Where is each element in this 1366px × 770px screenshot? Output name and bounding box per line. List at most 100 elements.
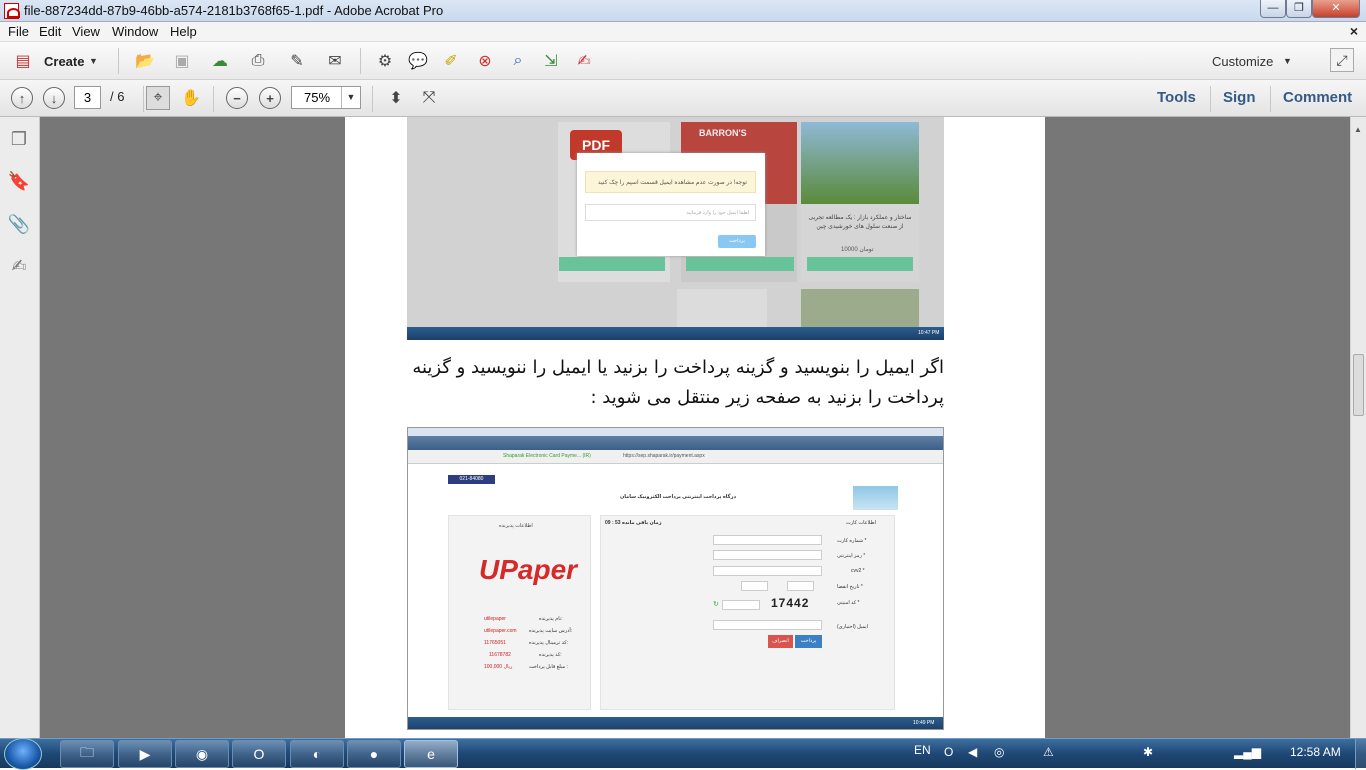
pin-input[interactable]: [713, 550, 822, 560]
acrobat-app-icon: [4, 3, 20, 19]
taskbar-globe-icon[interactable]: ◐: [290, 740, 344, 768]
start-button[interactable]: [4, 738, 42, 770]
delete-page-icon[interactable]: ⊗: [473, 49, 497, 73]
next-page-icon[interactable]: ↓: [43, 87, 65, 109]
tray-volume-icon[interactable]: ◀: [968, 745, 977, 759]
close-document-icon[interactable]: ×: [1350, 23, 1358, 39]
attachments-icon[interactable]: 📎: [7, 212, 31, 236]
cancel-button[interactable]: انصراف: [768, 635, 793, 648]
buy-button[interactable]: [559, 257, 665, 271]
settings-gear-icon[interactable]: ⚙: [373, 49, 397, 73]
expiry-year-input[interactable]: [741, 581, 768, 591]
close-window-button[interactable]: ✕: [1312, 0, 1360, 18]
tray-warning-icon[interactable]: ⚠: [1043, 745, 1054, 759]
email-input[interactable]: [713, 620, 822, 630]
tray-network-icon[interactable]: ▂▄▆: [1234, 745, 1261, 759]
taskbar-clock[interactable]: 12:58 AM: [1290, 745, 1341, 759]
cvv-input[interactable]: [713, 566, 822, 576]
total-pages: / 6: [110, 89, 125, 104]
tray-app-icon[interactable]: ◎: [994, 745, 1004, 759]
print-icon[interactable]: ⎙: [246, 49, 270, 73]
modal-email-input[interactable]: لطفا ایمیل خود را وارد فرمایید: [585, 204, 756, 221]
pay-button[interactable]: پرداخت: [795, 635, 822, 648]
email-label: ایمیل (اختیاری): [837, 624, 869, 630]
signatures-icon[interactable]: ✍: [7, 254, 31, 278]
customize-dropdown-icon[interactable]: ▼: [1283, 56, 1292, 66]
language-indicator[interactable]: EN: [914, 743, 931, 757]
zoom-in-icon[interactable]: +: [259, 87, 281, 109]
menu-view[interactable]: View: [72, 24, 100, 39]
windows-taskbar: 🗀 ▶ ◉ O ◐ ● e EN O ◀ ◎ ⚠ ✱ ▂▄▆ 12:58 AM: [0, 738, 1366, 770]
bookmarks-icon[interactable]: 🔖: [7, 169, 31, 193]
customize-button[interactable]: Customize: [1212, 54, 1273, 69]
scroll-up-icon[interactable]: ▲: [1354, 125, 1362, 134]
taskbar-media-icon[interactable]: ▶: [118, 740, 172, 768]
fit-width-icon[interactable]: ⤧: [417, 86, 441, 110]
scrollbar-thumb[interactable]: [1353, 354, 1364, 416]
page-number-input[interactable]: 3: [74, 86, 101, 109]
page-thumbnails-icon[interactable]: ❐: [7, 127, 31, 151]
expiry-month-input[interactable]: [787, 581, 814, 591]
captcha-input[interactable]: [722, 600, 760, 610]
zoom-out-icon[interactable]: −: [226, 87, 248, 109]
zoom-dropdown-icon[interactable]: ▼: [341, 87, 360, 108]
card-number-input[interactable]: [713, 535, 822, 545]
save-icon[interactable]: ▣: [170, 49, 194, 73]
toolbar-separator: [118, 48, 119, 74]
create-dropdown-icon[interactable]: ▼: [89, 56, 98, 66]
taskbar-ie-icon[interactable]: e: [404, 740, 458, 768]
tools-pane-link[interactable]: Tools: [1157, 89, 1196, 106]
tray-opera-icon[interactable]: O: [944, 745, 953, 759]
email-icon[interactable]: ✉: [323, 49, 347, 73]
book-brand: BARRON'S: [699, 128, 747, 138]
merchant-site-label: آدرس سایت پذیرنده:: [529, 628, 573, 634]
create-pdf-icon[interactable]: ▤: [11, 49, 35, 73]
toolbar-separator: [213, 86, 214, 112]
edit-document-icon[interactable]: ✎: [285, 49, 309, 73]
show-desktop-button[interactable]: [1355, 739, 1366, 769]
hand-tool-icon[interactable]: ✋: [179, 86, 203, 110]
embedded-address: https://sep.shaparak.ir/payment.aspx: [623, 453, 705, 459]
buy-button[interactable]: [686, 257, 794, 271]
sign-pane-link[interactable]: Sign: [1223, 89, 1256, 106]
solar-panel-image: [801, 122, 919, 204]
buy-button[interactable]: [807, 257, 913, 271]
previous-page-icon[interactable]: ↑: [11, 87, 33, 109]
restore-button[interactable]: ❐: [1286, 0, 1312, 18]
select-tool-icon[interactable]: ⌖: [146, 86, 170, 110]
taskbar-chrome-icon[interactable]: ◉: [175, 740, 229, 768]
minimize-button[interactable]: —: [1260, 0, 1286, 18]
card-form-panel: زمان باقی مانده 53 : 09 اطلاعات کارت شما…: [600, 515, 895, 710]
saman-bank-logo: [853, 486, 898, 510]
menu-edit[interactable]: Edit: [39, 24, 61, 39]
merchant-name: utilepaper: [484, 616, 506, 622]
menu-help[interactable]: Help: [170, 24, 197, 39]
sign-document-icon[interactable]: ✍: [572, 49, 596, 73]
navigation-pane: ❐ 🔖 📎 ✍: [0, 117, 40, 738]
open-folder-icon[interactable]: 📂: [133, 49, 157, 73]
embedded-site-identity: Shaparak Electronic Card Payme... (IR): [503, 453, 591, 459]
comment-bubble-icon[interactable]: 💬: [406, 49, 430, 73]
taskbar-opera-icon[interactable]: O: [232, 740, 286, 768]
menu-file[interactable]: File: [8, 24, 29, 39]
fullscreen-icon[interactable]: ⤢: [1330, 48, 1354, 72]
vertical-scrollbar[interactable]: ▲: [1350, 117, 1366, 738]
taskbar-firefox-icon[interactable]: ●: [347, 740, 401, 768]
fit-page-icon[interactable]: ⬍: [384, 86, 408, 110]
export-icon[interactable]: ⇲: [539, 49, 563, 73]
title-bar: file-887234dd-87b9-46bb-a574-2181b3768f6…: [0, 0, 1366, 22]
merchant-name-label: نام پذیرنده:: [539, 616, 563, 622]
modal-pay-button[interactable]: پرداخت: [718, 235, 756, 248]
upaper-logo: UPaper: [479, 554, 578, 585]
comment-pane-link[interactable]: Comment: [1283, 89, 1352, 106]
taskbar-explorer-icon[interactable]: 🗀: [60, 740, 114, 768]
upload-cloud-icon[interactable]: ☁: [208, 49, 232, 73]
refresh-captcha-icon[interactable]: ↻: [713, 600, 719, 608]
create-button[interactable]: Create: [44, 54, 84, 69]
document-paragraph: اگر ایمیل را بنویسید و گزینه پرداخت را ب…: [412, 357, 944, 408]
menu-window[interactable]: Window: [112, 24, 158, 39]
tray-bluetooth-icon[interactable]: ✱: [1143, 745, 1153, 759]
window-title: file-887234dd-87b9-46bb-a574-2181b3768f6…: [24, 3, 444, 18]
highlight-icon[interactable]: ✐: [439, 49, 463, 73]
search-document-icon[interactable]: ⌕: [506, 49, 530, 73]
